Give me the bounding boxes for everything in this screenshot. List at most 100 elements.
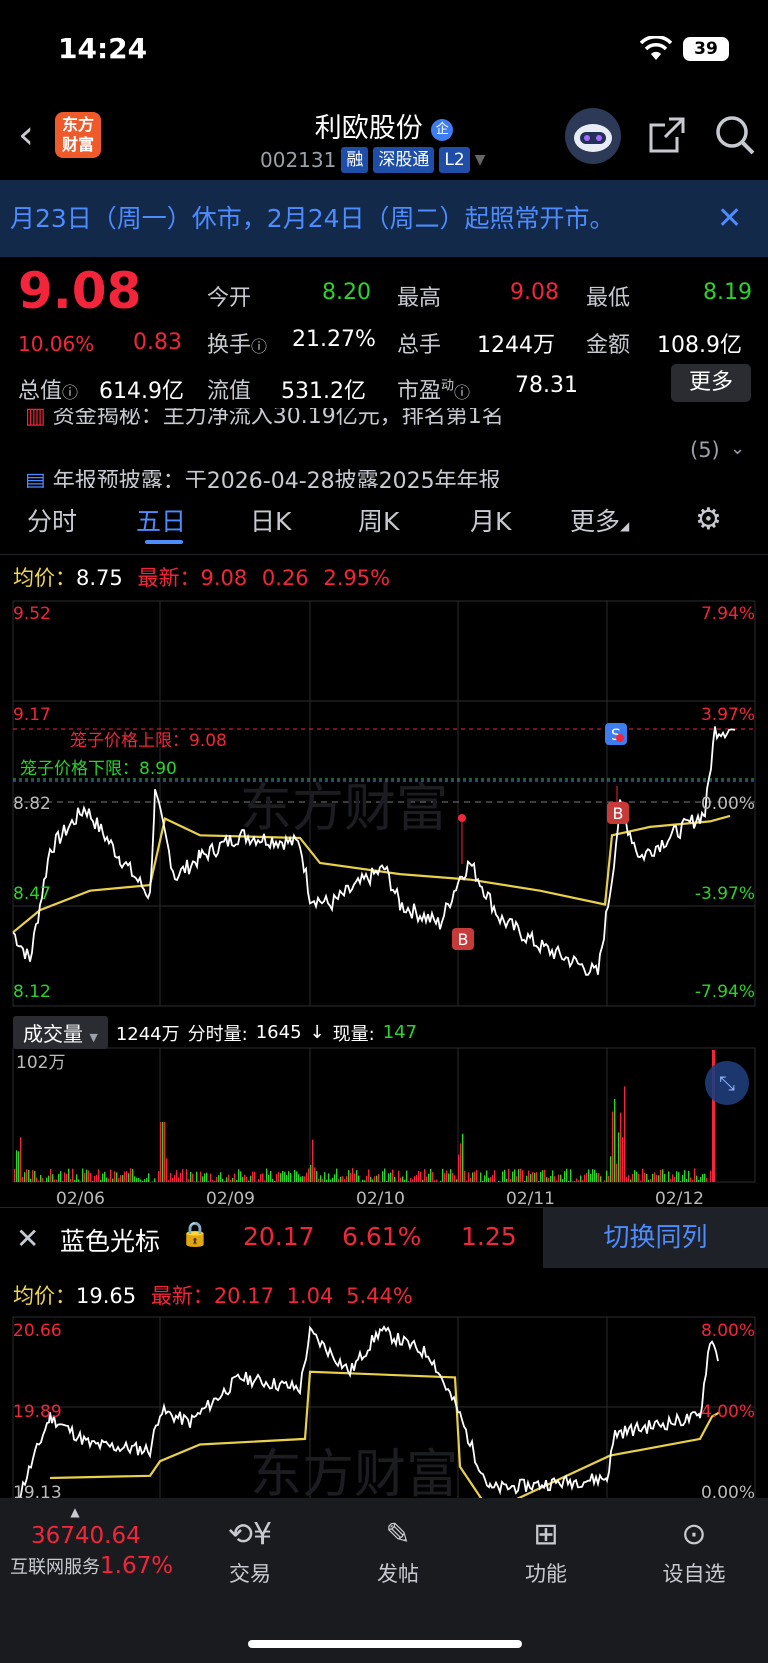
volume-bar: [220, 1172, 222, 1182]
fenshi-volume: 1645: [255, 1022, 302, 1043]
compare-price: 20.17: [243, 1222, 315, 1251]
tab-weekly-k[interactable]: 周K: [358, 502, 399, 538]
volume-bar: [294, 1169, 296, 1182]
indicator-selector[interactable]: 成交量 ▼: [13, 1016, 108, 1049]
volume-bar: [106, 1177, 108, 1182]
volume-total: 1244万: [115, 1023, 180, 1045]
notice-text: 月23日（周一）休市，2月24日（周二）起照常开市。: [10, 204, 615, 233]
volume-bar: [524, 1180, 526, 1182]
tab-monthly-k[interactable]: 月K: [470, 502, 511, 538]
volume-bar: [46, 1177, 48, 1182]
nav-functions[interactable]: ⊞ 功能: [506, 1512, 586, 1588]
volume-bar: [52, 1174, 54, 1182]
volume-bar: [48, 1175, 50, 1182]
low-label: 最低: [586, 286, 631, 311]
compare-price-chart[interactable]: 东方财富 20.66 19.89 19.13 8.00% 4.00% 0.00%: [0, 1312, 768, 1502]
volume-bar: [570, 1169, 572, 1182]
volume-bar: [316, 1171, 318, 1182]
share-icon[interactable]: [647, 115, 687, 159]
volume-bar: [132, 1169, 134, 1182]
volume-bar: [40, 1174, 42, 1182]
y-left-0: 9.52: [13, 604, 51, 624]
news-area[interactable]: ▥ 资金揭秘：主力净流入30.19亿元，排名第1名 ▤ 年报预披露：于2026-…: [0, 408, 768, 488]
news-item-report[interactable]: ▤ 年报预披露：于2026-04-28披露2025年年报: [25, 463, 501, 488]
news-item-fund[interactable]: ▥ 资金揭秘：主力净流入30.19亿元，排名第1名: [25, 408, 504, 430]
index-widget[interactable]: ▲ 36740.64 互联网服务1.67%: [10, 1505, 180, 1579]
more-button[interactable]: 更多: [671, 364, 751, 402]
info-icon[interactable]: ⓘ: [62, 383, 78, 402]
volume-bar: [408, 1180, 410, 1182]
volume-bar: [670, 1178, 672, 1182]
info-icon[interactable]: ⓘ: [251, 337, 267, 356]
nav-post[interactable]: ✎ 发帖: [358, 1512, 438, 1588]
date-4: 02/12: [655, 1189, 704, 1206]
switch-same-column-button[interactable]: 切换同列: [543, 1208, 768, 1268]
tab-fenshi[interactable]: 分时: [27, 502, 77, 538]
volume-chart[interactable]: 102万 ⤡ 02/06 02/09 02/10 02/11 02/12: [0, 1046, 768, 1206]
market-notice[interactable]: 月23日（周一）休市，2月24日（周二）起照常开市。: [0, 180, 768, 257]
bottom-latest-change: 1.04: [286, 1284, 334, 1308]
volume-bar: [486, 1170, 488, 1182]
volume-bar: [336, 1168, 338, 1182]
y-right-1: 3.97%: [701, 705, 755, 725]
volume-bar: [230, 1179, 232, 1182]
lock-icon[interactable]: 🔒: [180, 1220, 210, 1248]
volume-bar: [252, 1171, 254, 1182]
volume-bar: [668, 1171, 670, 1182]
volume-bar: [186, 1169, 188, 1182]
volume-bar: [196, 1171, 198, 1182]
volume-bar: [310, 1164, 312, 1182]
stock-code: 002131: [260, 148, 337, 172]
volume-bar: [596, 1173, 598, 1182]
volume-bar: [284, 1171, 286, 1182]
volume-bar: [574, 1181, 576, 1182]
volume-bar: [298, 1174, 300, 1182]
volume-bar: [70, 1178, 72, 1182]
info-icon[interactable]: ⓘ: [454, 383, 470, 402]
nav-watchlist[interactable]: ⊙ 设自选: [654, 1512, 734, 1588]
close-notice-icon[interactable]: ✕: [717, 201, 742, 236]
volume-bar: [342, 1176, 344, 1182]
volume-bar: [290, 1173, 292, 1182]
volume-bar: [480, 1172, 482, 1182]
volume-bar: [646, 1173, 648, 1182]
volume-bar: [162, 1122, 164, 1182]
chevron-down-icon[interactable]: ⌄: [730, 438, 745, 459]
tab-more[interactable]: 更多◢: [570, 502, 629, 538]
tab-wuri[interactable]: 五日: [136, 502, 186, 538]
volume-bar: [250, 1175, 252, 1182]
volume-bar: [532, 1172, 534, 1182]
news-count[interactable]: (5): [690, 438, 720, 462]
volume-bar: [246, 1176, 248, 1182]
volume-bar: [600, 1176, 602, 1182]
volume-bar: [98, 1169, 100, 1182]
compare-stock-name[interactable]: 蓝色光标: [60, 1222, 160, 1258]
volume-bar: [202, 1176, 204, 1182]
stock-subtitle[interactable]: 002131 融 深股通 L2 ▼: [260, 147, 485, 173]
volume-bar: [538, 1181, 540, 1182]
bottom-chart-header: 均价：19.65 最新：20.17 1.04 5.44%: [13, 1284, 413, 1308]
volume-bar: [222, 1178, 224, 1182]
volume-bar: [422, 1179, 424, 1182]
five-day-price-chart[interactable]: 东方财富 9.52 9.17 8.82 8.47 8.12 7.94% 3.97…: [0, 596, 768, 1016]
high-value: 9.08: [510, 280, 559, 305]
close-compare-icon[interactable]: ✕: [16, 1222, 39, 1255]
volume-bar: [128, 1173, 130, 1182]
volume-bar: [278, 1172, 280, 1182]
tab-daily-k[interactable]: 日K: [250, 502, 291, 538]
volume-bar: [92, 1181, 94, 1182]
robot-avatar-icon[interactable]: [565, 108, 621, 164]
nav-trade[interactable]: ⟲¥ 交易: [210, 1512, 290, 1588]
volume-bar: [694, 1168, 696, 1182]
volume-bar: [542, 1170, 544, 1182]
search-icon[interactable]: [713, 113, 757, 161]
volume-bar: [382, 1171, 384, 1182]
volume-bar: [506, 1178, 508, 1182]
settings-gear-icon[interactable]: ⚙: [695, 502, 722, 537]
mktcap-label: 总值ⓘ: [18, 379, 79, 404]
volume-bar: [546, 1177, 548, 1182]
status-bar: 14:24 39: [0, 0, 768, 95]
volume-bar: [364, 1180, 366, 1182]
volume-bar: [96, 1174, 98, 1182]
volume-bar: [18, 1151, 20, 1182]
